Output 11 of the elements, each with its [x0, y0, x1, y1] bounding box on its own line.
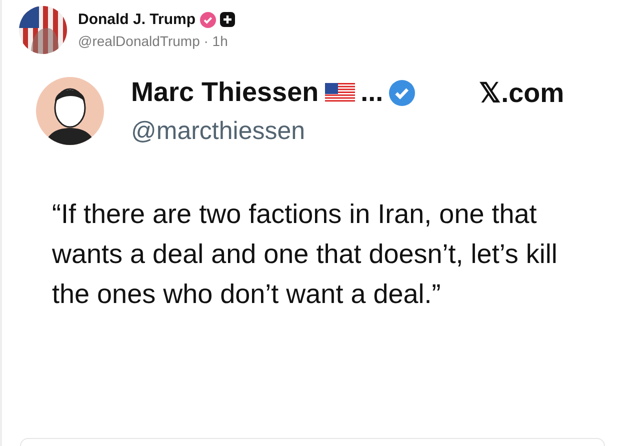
source-label: 𝕏.com: [479, 76, 564, 108]
quote-text: “If there are two factions in Iran, one that wants a deal and one that doesn’t, let’s kill the ones who don’t want a deal.”: [52, 198, 558, 311]
handle-and-time: @realDonaldTrump · 1h: [78, 33, 229, 49]
verified-badge-icon: [200, 12, 216, 28]
ellipsis: ...: [360, 77, 384, 108]
flag-icon: [324, 82, 355, 102]
embedded-handle: @marcthiessen: [131, 116, 306, 146]
plus-icon: [220, 12, 235, 27]
embedded-author-name: Marc Thiessen: [131, 77, 319, 108]
author-name[interactable]: Donald J. Trump: [78, 11, 196, 28]
verified-badge-icon: [389, 80, 416, 106]
